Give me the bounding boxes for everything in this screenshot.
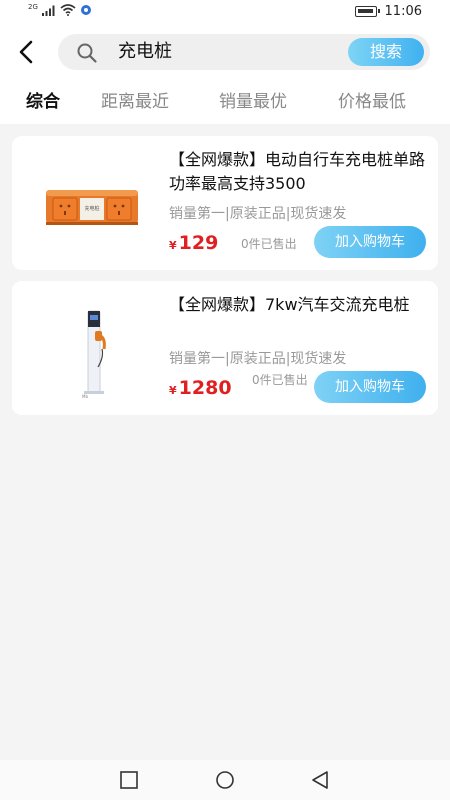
- currency-symbol: ¥: [169, 384, 177, 397]
- product-price: ¥1280: [169, 377, 232, 399]
- back-button[interactable]: [12, 38, 40, 66]
- add-to-cart-button[interactable]: 加入购物车: [314, 371, 426, 403]
- product-image[interactable]: 充电桩: [32, 152, 162, 256]
- status-right: 11:06: [354, 4, 422, 19]
- battery-icon: [354, 6, 380, 17]
- status-left: 2G: [28, 2, 92, 16]
- product-image[interactable]: Mb: [32, 297, 162, 401]
- search-query[interactable]: 充电桩: [118, 40, 172, 64]
- product-image-label: 充电桩: [84, 205, 99, 212]
- search-button[interactable]: 搜索: [348, 38, 424, 66]
- signal-icon: [41, 5, 55, 16]
- sync-icon: [80, 5, 91, 15]
- search-input[interactable]: 充电桩 搜索: [58, 34, 430, 70]
- square-icon[interactable]: [119, 770, 139, 790]
- system-nav-bar: [0, 760, 450, 800]
- product-price: ¥129: [169, 232, 218, 254]
- tab-nearest[interactable]: 距离最近: [101, 90, 169, 114]
- clock: 11:06: [384, 4, 422, 19]
- price-value: 1280: [178, 377, 232, 399]
- sort-tabs: 综合 距离最近 销量最优 价格最低: [0, 80, 450, 124]
- tab-comprehensive[interactable]: 综合: [26, 90, 60, 114]
- status-bar: 2G 11:06: [0, 0, 450, 24]
- circle-icon[interactable]: [215, 770, 235, 790]
- product-tags: 销量第一|原装正品|现货速发: [169, 351, 347, 367]
- tab-best-selling[interactable]: 销量最优: [219, 90, 287, 114]
- product-card[interactable]: 充电桩 【全网爆款】电动自行车充电桩单路功率最高支持3500 销量第一|原装正品…: [12, 136, 438, 270]
- search-icon: [77, 43, 97, 63]
- product-title[interactable]: 【全网爆款】电动自行车充电桩单路功率最高支持3500: [169, 148, 427, 196]
- product-image-label: Mb: [82, 394, 88, 399]
- tab-lowest-price[interactable]: 价格最低: [338, 90, 406, 114]
- wifi-icon: [60, 4, 76, 16]
- search-header: 充电桩 搜索: [0, 24, 450, 80]
- product-card[interactable]: Mb 【全网爆款】7kw汽车交流充电桩 销量第一|原装正品|现货速发 ¥1280…: [12, 281, 438, 415]
- sold-count: 0件已售出: [241, 237, 297, 251]
- triangle-icon[interactable]: [310, 770, 330, 790]
- currency-symbol: ¥: [169, 239, 177, 252]
- price-value: 129: [178, 232, 219, 254]
- network-type: 2G: [28, 2, 38, 11]
- sold-count: 0件已售出: [252, 373, 308, 387]
- back-arrow-icon: [19, 40, 33, 64]
- add-to-cart-button[interactable]: 加入购物车: [314, 226, 426, 258]
- product-title[interactable]: 【全网爆款】7kw汽车交流充电桩: [169, 293, 427, 317]
- product-tags: 销量第一|原装正品|现货速发: [169, 206, 347, 222]
